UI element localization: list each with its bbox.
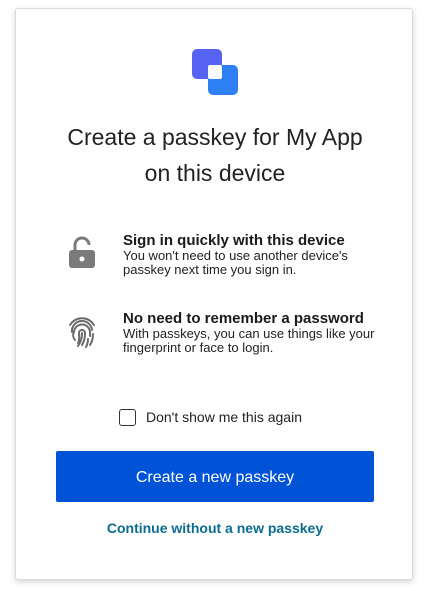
continue-without-passkey-link[interactable]: Continue without a new passkey — [16, 520, 414, 536]
lock-open-icon — [69, 236, 95, 268]
feature-description: You won't need to use another device's p… — [123, 248, 348, 277]
dialog-title-line1: Create a passkey for My App — [67, 124, 363, 150]
app-logo-icon — [192, 49, 238, 95]
feature-no-password: No need to remember a password With pass… — [123, 311, 383, 355]
fingerprint-icon — [69, 317, 95, 348]
dont-show-again-label[interactable]: Don't show me this again — [146, 409, 302, 425]
feature-sign-in-quickly: Sign in quickly with this device You won… — [123, 233, 383, 277]
dialog-title: Create a passkey for My App on this devi… — [16, 119, 414, 191]
create-passkey-button[interactable]: Create a new passkey — [56, 451, 374, 502]
dont-show-again-row[interactable]: Don't show me this again — [119, 407, 302, 427]
feature-title: No need to remember a password — [123, 310, 364, 327]
feature-description: With passkeys, you can use things like y… — [123, 326, 375, 355]
dialog-title-line2: on this device — [144, 160, 286, 186]
feature-title: Sign in quickly with this device — [123, 232, 345, 249]
passkey-dialog: Create a passkey for My App on this devi… — [15, 8, 413, 580]
dont-show-again-checkbox[interactable] — [119, 408, 136, 426]
